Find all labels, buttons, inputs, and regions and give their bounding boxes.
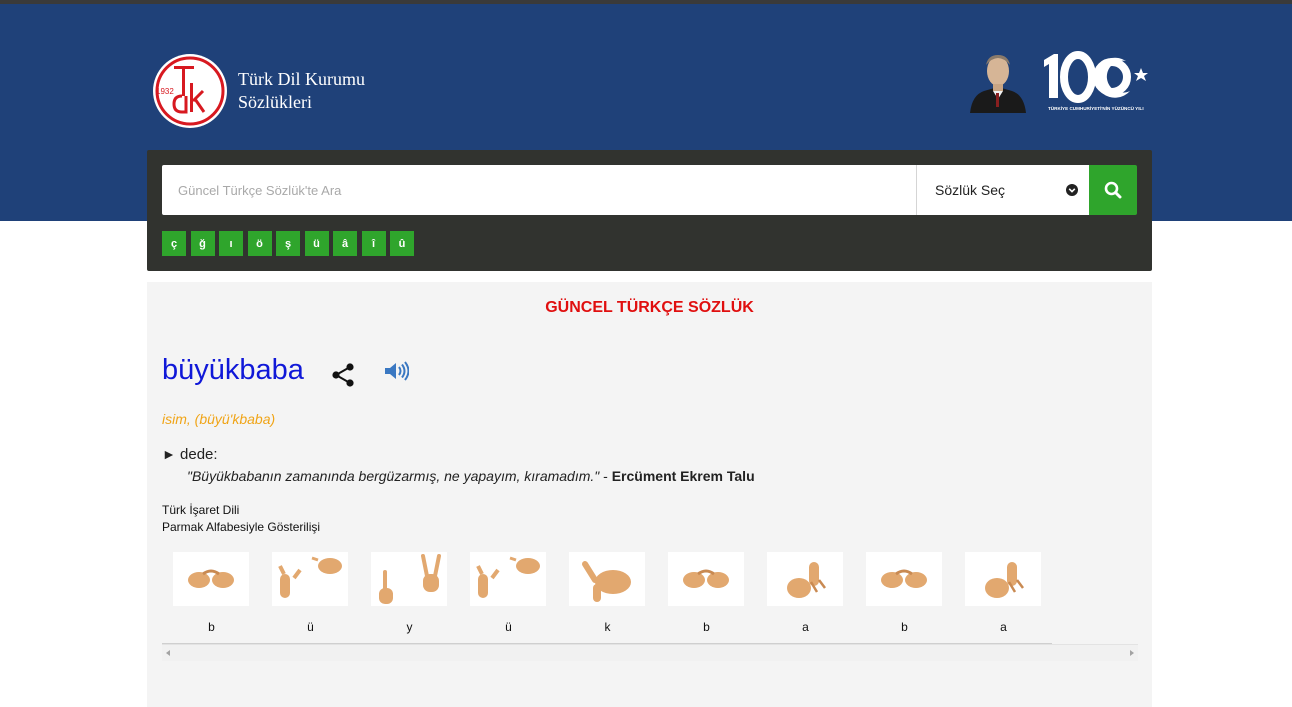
sign-cell: a [756, 544, 855, 644]
sign-cell: b [855, 544, 954, 644]
sign-letter: a [1000, 620, 1007, 634]
part-of-speech: isim, (büyü'kbaba) [162, 411, 276, 427]
dictionary-title: GÜNCEL TÜRKÇE SÖZLÜK [545, 299, 754, 316]
sign-letter: ü [505, 620, 512, 634]
scroll-thumb[interactable] [178, 648, 1053, 658]
horizontal-scrollbar[interactable] [162, 644, 1138, 661]
ataturk-portrait [970, 55, 1026, 113]
entry-content: GÜNCEL TÜRKÇE SÖZLÜK büyükbaba isim, (bü… [147, 282, 1152, 707]
example-quote: "Büyükbabanın zamanında bergüzarmış, ne … [187, 468, 600, 484]
org-name: Türk Dil Kurumu [238, 69, 365, 89]
centenary-100-logo: TÜRKİYE CUMHURİYETİ'NİN YÜZÜNCÜ YILI [1044, 51, 1148, 111]
sign-letter: b [703, 620, 710, 634]
search-panel: Sözlük Seç ç ğ ı ö ş ü â î û [147, 150, 1152, 271]
org-subtitle: Sözlükleri [238, 92, 312, 112]
dictionary-select[interactable]: Sözlük Seç [916, 165, 1089, 215]
search-icon [1104, 181, 1122, 199]
sign-language-title: Türk İşaret Dili [162, 503, 240, 517]
hand-sign-u-umlaut-image [470, 552, 546, 606]
char-button[interactable]: û [390, 231, 414, 256]
sign-cell: y [360, 544, 459, 644]
sign-language-subtitle: Parmak Alfabesiyle Gösterilişi [162, 520, 321, 534]
hand-sign-a-image [767, 552, 843, 606]
char-button[interactable]: ğ [190, 231, 215, 256]
headword: büyükbaba [162, 354, 304, 386]
special-char-bar: ç ğ ı ö ş ü â î û [162, 231, 419, 256]
speaker-icon[interactable] [383, 360, 409, 382]
share-icon[interactable] [331, 362, 355, 388]
hand-sign-a-image [965, 552, 1041, 606]
char-button[interactable]: î [361, 231, 386, 256]
example-sentence: "Büyükbabanın zamanında bergüzarmış, ne … [187, 468, 755, 484]
hand-sign-b-image [866, 552, 942, 606]
meaning-line: ► dede: [162, 446, 218, 463]
sign-letter: ü [307, 620, 314, 634]
search-input[interactable] [162, 165, 916, 215]
hand-sign-u-umlaut-image [272, 552, 348, 606]
sign-cell: ü [459, 544, 558, 644]
sign-alphabet-strip[interactable]: b ü y ü k b a b a [162, 544, 1138, 661]
search-button[interactable] [1089, 165, 1137, 215]
char-button[interactable]: â [333, 231, 357, 256]
sign-letter: b [208, 620, 215, 634]
scroll-left-arrow-icon[interactable] [166, 650, 170, 656]
centenary-logos: TÜRKİYE CUMHURİYETİ'NİN YÜZÜNCÜ YILI [964, 48, 1152, 114]
sign-letter: b [901, 620, 908, 634]
site-title: Türk Dil Kurumu Sözlükleri [238, 68, 365, 114]
scroll-right-arrow-icon[interactable] [1130, 650, 1134, 656]
tdk-logo-link[interactable]: 1932 Türk Dil Kurumu Sözlükleri [152, 53, 365, 129]
sign-alphabet-row: b ü y ü k b a b a [162, 544, 1052, 644]
sign-cell: a [954, 544, 1053, 644]
char-button[interactable]: ö [247, 231, 272, 256]
dictionary-select-label: Sözlük Seç [935, 182, 1006, 198]
sign-cell: b [657, 544, 756, 644]
char-button[interactable]: ç [162, 231, 186, 256]
hand-sign-b-image [173, 552, 249, 606]
example-author: Ercüment Ekrem Talu [611, 468, 755, 484]
char-button[interactable]: ü [304, 231, 329, 256]
meaning-text: dede: [180, 446, 218, 463]
meaning-marker: ► [162, 446, 176, 462]
sign-cell: b [162, 544, 261, 644]
sign-cell: ü [261, 544, 360, 644]
hand-sign-b-image [668, 552, 744, 606]
example-separator: - [599, 468, 612, 484]
centenary-caption: TÜRKİYE CUMHURİYETİ'NİN YÜZÜNCÜ YILI [1048, 105, 1144, 111]
sign-letter: a [802, 620, 809, 634]
char-button[interactable]: ş [276, 231, 300, 256]
tdk-logo: 1932 [153, 54, 227, 128]
hand-sign-y-image [371, 552, 447, 606]
chevron-down-icon [1066, 184, 1078, 196]
logo-year: 1932 [156, 87, 174, 96]
sign-language-heading: Türk İşaret Dili Parmak Alfabesiyle Göst… [162, 502, 320, 536]
sign-letter: k [604, 620, 611, 634]
sign-letter: y [406, 620, 413, 634]
char-button[interactable]: ı [219, 231, 243, 256]
sign-cell: k [558, 544, 657, 644]
hand-sign-k-image [569, 552, 645, 606]
